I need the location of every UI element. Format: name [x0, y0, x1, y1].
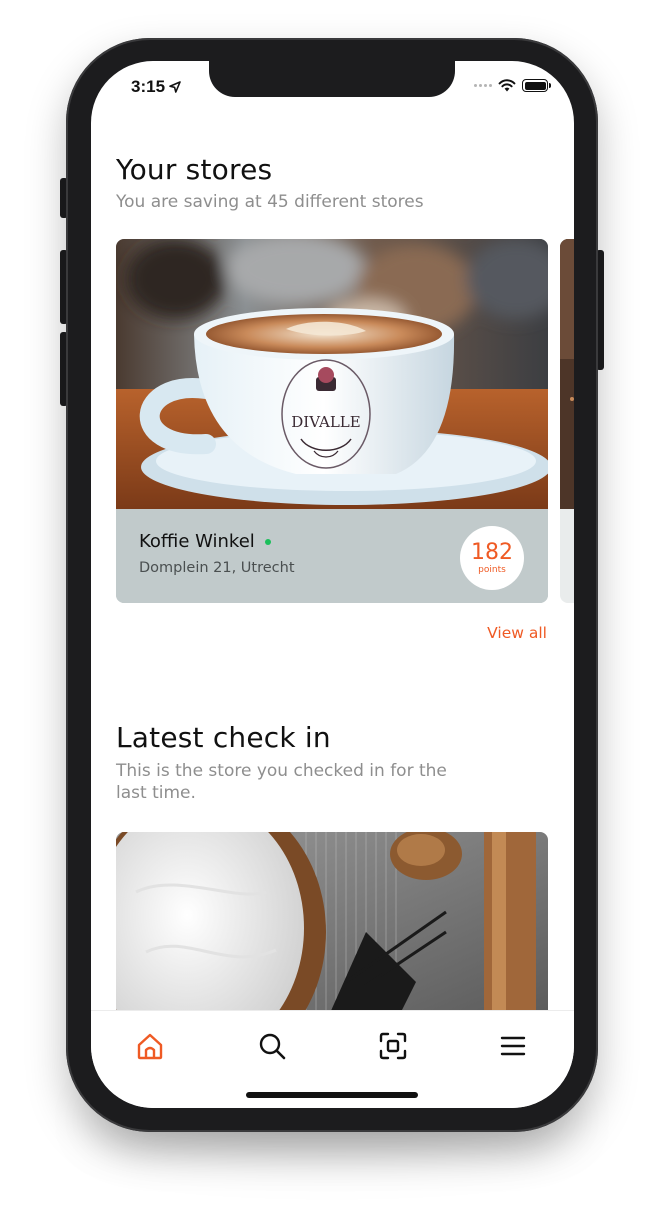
checkin-subtitle-line-2: last time. — [116, 783, 196, 803]
tab-home[interactable] — [128, 1029, 172, 1063]
app-screen: 3:15 Your stores You are saving at 45 di… — [91, 61, 574, 1108]
store-name: Koffie Winkel — [139, 531, 271, 552]
status-time-text: 3:15 — [131, 77, 166, 96]
store-address: Domplein 21, Utrecht — [139, 560, 295, 576]
view-all-link[interactable]: View all — [487, 624, 547, 642]
tab-menu[interactable] — [491, 1029, 535, 1063]
cup-brand-text: DIVALLE — [291, 413, 360, 431]
wifi-icon — [498, 79, 516, 92]
checkin-store-photo — [116, 832, 548, 1022]
points-badge: 182 points — [460, 526, 524, 590]
status-time: 3:15 — [131, 77, 181, 97]
store-info-panel: Koffie Winkel Domplein 21, Utrecht 182 p… — [116, 509, 548, 603]
menu-icon — [500, 1036, 526, 1056]
points-value: 182 — [471, 540, 513, 565]
home-icon — [137, 1033, 163, 1060]
checkin-section-subtitle: This is the store you checked in for the… — [116, 760, 447, 804]
points-label: points — [478, 565, 506, 575]
location-arrow-icon — [169, 81, 181, 93]
battery-icon — [522, 79, 551, 92]
notch — [209, 61, 455, 97]
tab-scan[interactable] — [371, 1029, 415, 1063]
store-name-text: Koffie Winkel — [139, 531, 255, 552]
cellular-signal-icon — [474, 84, 492, 87]
store-photo: DIVALLE — [116, 239, 548, 509]
tab-bar — [91, 1010, 574, 1108]
tab-search[interactable] — [250, 1029, 294, 1063]
status-indicators — [474, 79, 551, 92]
stores-section-title: Your stores — [116, 153, 273, 186]
stores-section-subtitle: You are saving at 45 different stores — [116, 192, 424, 212]
search-icon — [259, 1033, 286, 1060]
checkin-subtitle-line-1: This is the store you checked in for the — [116, 761, 447, 781]
next-store-photo — [560, 239, 574, 509]
online-status-dot — [264, 538, 271, 545]
next-store-card-peek[interactable] — [560, 239, 574, 603]
checkin-section-title: Latest check in — [116, 721, 331, 754]
checkin-store-card[interactable] — [116, 832, 548, 1022]
store-card[interactable]: DIVALLE Koffie Winkel Domplein 21, Utrec… — [116, 239, 548, 603]
scan-icon — [379, 1032, 407, 1060]
home-indicator[interactable] — [246, 1092, 418, 1098]
